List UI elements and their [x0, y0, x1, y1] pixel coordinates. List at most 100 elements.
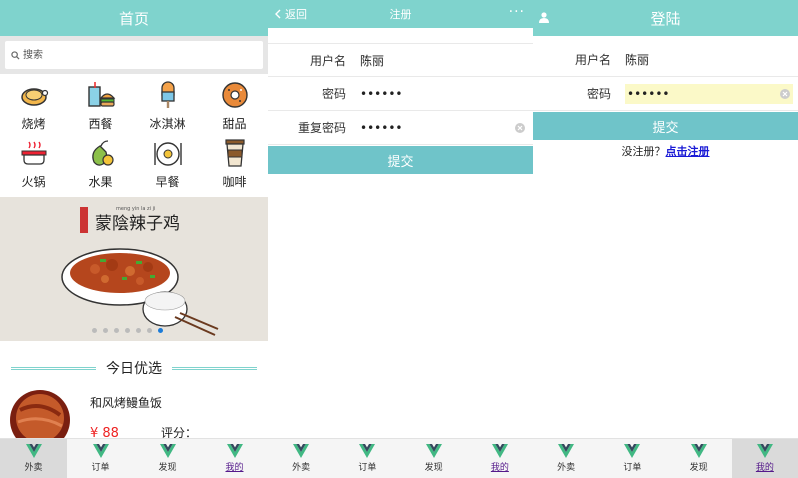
submit-button[interactable]: 提交	[268, 146, 533, 174]
category-item[interactable]: 火锅	[0, 138, 67, 196]
popsicle-icon	[160, 81, 175, 108]
roast-chicken-icon	[20, 88, 48, 106]
password-field[interactable]: ••••••	[625, 83, 793, 104]
tab-label: 订单	[91, 463, 110, 473]
carousel-indicator	[92, 328, 163, 333]
carousel-dot[interactable]	[114, 328, 119, 333]
vue-logo-icon	[92, 444, 109, 458]
tab-orders[interactable]: 订单	[599, 439, 665, 478]
vue-logo-icon	[491, 444, 508, 458]
tab-label: 发现	[424, 463, 443, 473]
category-item[interactable]: 甜品	[201, 80, 268, 138]
category-label: 甜品	[222, 117, 247, 131]
no-account-text: 没注册？	[621, 145, 666, 158]
product-thumbnail	[10, 390, 70, 440]
tab-bar: 外卖 订单 发现 我的	[533, 438, 798, 478]
repeat-password-field[interactable]: ••••••	[360, 121, 402, 135]
donut-icon	[221, 82, 248, 108]
page-title: 首页	[118, 9, 149, 28]
password-field[interactable]: ••••••	[360, 87, 402, 101]
register-prompt: 没注册？点击注册	[533, 143, 798, 159]
tab-label: 外卖	[557, 463, 576, 473]
vue-logo-icon	[226, 444, 243, 458]
banner-pinyin: meng yin la zi ji	[116, 206, 155, 212]
tab-label: 发现	[689, 463, 708, 473]
field-label: 用户名	[309, 53, 346, 68]
tab-label: 我的	[490, 463, 509, 473]
search-box[interactable]	[5, 41, 263, 69]
search-icon	[11, 50, 20, 60]
vue-logo-icon	[624, 444, 641, 458]
category-grid: 烧烤 西餐 冰淇淋 甜品 火锅 水果 早餐 咖啡	[0, 74, 268, 196]
password-row: 密码 ••••••	[533, 77, 798, 111]
carousel-dot[interactable]	[136, 328, 141, 333]
category-item[interactable]: 烧烤	[0, 80, 67, 138]
carousel-dot[interactable]	[125, 328, 130, 333]
product-name: 和风烤鳗鱼饭	[90, 396, 163, 410]
user-icon[interactable]	[539, 12, 549, 23]
category-item[interactable]: 冰淇淋	[134, 80, 201, 138]
tab-discover[interactable]: 发现	[666, 439, 732, 478]
category-item[interactable]: 水果	[67, 138, 134, 196]
category-item[interactable]: 早餐	[134, 138, 201, 196]
tab-takeout[interactable]: 外卖	[268, 439, 334, 478]
fruit-icon	[91, 140, 114, 166]
promo-banner[interactable]: meng yin la zi ji 蒙陰辣子鸡	[0, 197, 268, 341]
category-label: 早餐	[155, 175, 180, 189]
vue-logo-icon	[756, 444, 773, 458]
home-screen: 首页 烧烤	[0, 0, 268, 478]
category-item[interactable]: 咖啡	[201, 138, 268, 196]
clear-icon[interactable]	[780, 89, 790, 99]
tab-bar: 外卖 订单 发现 我的	[0, 438, 268, 478]
tab-takeout[interactable]: 外卖	[0, 439, 67, 478]
username-field[interactable]: 陈丽	[360, 52, 384, 69]
carousel-dot[interactable]	[92, 328, 97, 333]
register-form: 用户名 陈丽 密码 •••••• 重复密码 ••••••	[268, 43, 533, 145]
tab-label: 我的	[755, 463, 774, 473]
carousel-dot[interactable]	[158, 328, 163, 333]
breakfast-icon	[153, 142, 182, 166]
more-icon[interactable]: ···	[509, 4, 525, 20]
clear-icon[interactable]	[515, 123, 525, 133]
field-label: 密码	[321, 87, 346, 101]
category-label: 咖啡	[222, 175, 247, 189]
home-header: 首页	[0, 0, 268, 36]
product-card[interactable]: 和风烤鳗鱼饭 ¥ 88 评分：	[10, 388, 268, 441]
category-item[interactable]: 西餐	[67, 80, 134, 138]
tab-discover[interactable]: 发现	[134, 439, 201, 478]
banner-dish-image: meng yin la zi ji 蒙陰辣子鸡	[61, 206, 219, 336]
tab-mine[interactable]: 我的	[731, 439, 798, 478]
tab-mine[interactable]: 我的	[467, 439, 533, 478]
tab-takeout[interactable]: 外卖	[533, 439, 599, 478]
category-label: 水果	[88, 175, 113, 189]
submit-button[interactable]: 提交	[533, 112, 798, 140]
divider	[11, 366, 96, 370]
tab-orders[interactable]: 订单	[334, 439, 400, 478]
register-link[interactable]: 点击注册	[666, 145, 710, 158]
back-label: 返回	[285, 8, 307, 21]
carousel-dot[interactable]	[103, 328, 108, 333]
category-label: 西餐	[88, 117, 113, 131]
vue-logo-icon	[293, 444, 310, 458]
tab-label: 订单	[358, 463, 377, 473]
tab-label: 订单	[623, 463, 642, 473]
vue-logo-icon	[690, 444, 707, 458]
category-label: 冰淇淋	[149, 117, 186, 131]
tab-discover[interactable]: 发现	[401, 439, 467, 478]
vue-logo-icon	[159, 444, 176, 458]
banner-title: 蒙陰辣子鸡	[95, 214, 180, 234]
tab-mine[interactable]: 我的	[201, 439, 268, 478]
field-label: 密码	[586, 87, 611, 101]
search-input[interactable]	[23, 45, 243, 65]
back-button[interactable]: 返回	[274, 0, 307, 28]
search-bar	[0, 36, 268, 74]
drink-burger-icon	[87, 82, 115, 107]
carousel-dot[interactable]	[147, 328, 152, 333]
tab-bar: 外卖 订单 发现 我的	[268, 438, 533, 478]
tab-label: 发现	[158, 463, 177, 473]
page-title: 注册	[389, 8, 412, 21]
username-field[interactable]: 陈丽	[625, 51, 649, 68]
vue-logo-icon	[359, 444, 376, 458]
login-screen: 登陆 用户名 陈丽 密码 •••••• 提交 没注册？点击注册 外卖 订单 发现…	[533, 0, 798, 478]
tab-orders[interactable]: 订单	[67, 439, 134, 478]
